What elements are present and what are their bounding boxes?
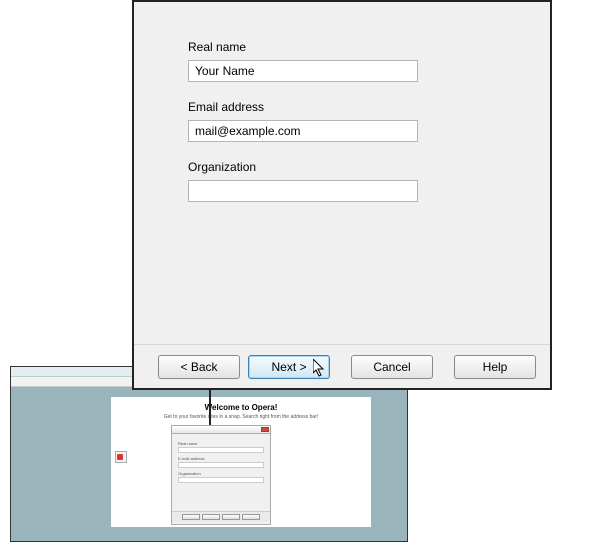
thumb-mini-label: Real name [178, 441, 264, 446]
thumb-mini-button [242, 514, 260, 520]
real-name-input[interactable] [188, 60, 418, 82]
thumb-mini-close-icon [261, 427, 269, 432]
thumb-mini-button [182, 514, 200, 520]
cancel-button[interactable]: Cancel [351, 355, 433, 379]
organization-label: Organization [188, 160, 510, 174]
thumb-mini-label: E-mail address [178, 456, 264, 461]
thumb-welcome-subtitle: Get to your favorite sites in a snap. Se… [111, 414, 371, 420]
next-button[interactable]: Next > [248, 355, 330, 379]
wizard-button-bar: < Back Next > Cancel Help [134, 344, 550, 388]
thumb-opera-icon [115, 451, 127, 463]
organization-input[interactable] [188, 180, 418, 202]
back-button[interactable]: < Back [158, 355, 240, 379]
thumb-mini-field [178, 462, 264, 468]
thumb-mini-button [202, 514, 220, 520]
wizard-form: Real name Email address Organization [134, 2, 550, 230]
account-wizard-dialog: Real name Email address Organization < B… [132, 0, 552, 390]
email-input[interactable] [188, 120, 418, 142]
thumb-welcome-title: Welcome to Opera! [111, 403, 371, 412]
help-button[interactable]: Help [454, 355, 536, 379]
thumb-mini-dialog-titlebar [172, 426, 270, 434]
thumb-mini-field [178, 447, 264, 453]
real-name-label: Real name [188, 40, 510, 54]
thumb-mini-dialog: Real name E-mail address Organization [171, 425, 271, 525]
thumb-mini-label: Organization [178, 471, 264, 476]
thumb-mini-button-bar [172, 511, 270, 522]
thumb-mini-field [178, 477, 264, 483]
email-label: Email address [188, 100, 510, 114]
thumb-mini-dialog-body: Real name E-mail address Organization [172, 434, 270, 487]
thumb-mini-button [222, 514, 240, 520]
